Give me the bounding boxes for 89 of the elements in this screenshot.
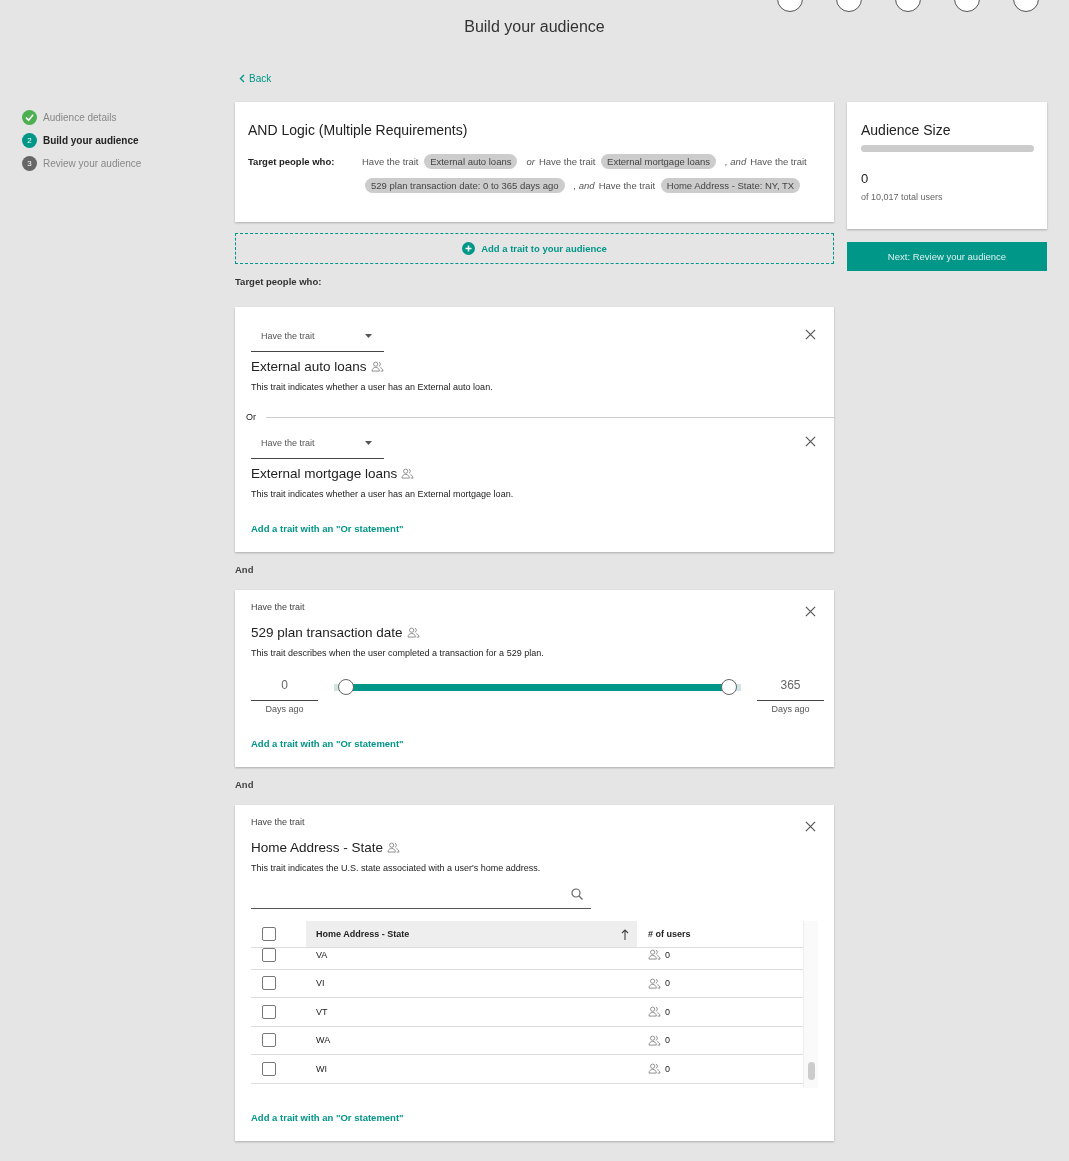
trait-name: External mortgage loans bbox=[251, 466, 398, 481]
step-label[interactable]: Audience details bbox=[43, 112, 117, 123]
table-cell-text: VT bbox=[315, 1006, 329, 1017]
people-icon bbox=[370, 361, 384, 372]
table-cell: 0 bbox=[665, 1063, 670, 1074]
range-slider[interactable] bbox=[334, 678, 741, 696]
min-value-field[interactable]: 0 bbox=[251, 672, 318, 701]
people-icon bbox=[401, 468, 415, 479]
trait-chip: External auto loans bbox=[424, 154, 518, 169]
section-label: Target people who: bbox=[235, 276, 323, 287]
checkbox[interactable] bbox=[262, 1004, 276, 1019]
card-title: AND Logic (Multiple Requirements) bbox=[248, 122, 469, 138]
conjunction: , and bbox=[573, 180, 595, 191]
scrollbar[interactable] bbox=[803, 921, 818, 1088]
step-label[interactable]: Build your audience bbox=[43, 135, 139, 146]
column-header[interactable]: # of users bbox=[637, 929, 691, 939]
chevron-left-icon bbox=[239, 73, 245, 83]
people-icon bbox=[648, 977, 661, 989]
table-cell-text: WA bbox=[315, 1035, 332, 1046]
back-link[interactable]: Back bbox=[239, 70, 272, 86]
caret-icon bbox=[365, 334, 372, 338]
min-caption: Days ago bbox=[264, 704, 305, 714]
trait-chip: External mortgage loans bbox=[601, 154, 717, 169]
trait-description: This trait describes when the user completed a transaction for a 529 plan. bbox=[251, 648, 545, 658]
close-icon[interactable] bbox=[805, 821, 816, 832]
card-title: Audience Size bbox=[861, 122, 952, 138]
table-cell: 0 bbox=[665, 1035, 670, 1046]
trait-description: This trait indicates whether a user has an External mortgage loan. bbox=[251, 489, 515, 499]
max-caption: Days ago bbox=[770, 704, 811, 714]
checkbox[interactable] bbox=[262, 976, 276, 991]
step-label[interactable]: Review your audience bbox=[43, 158, 142, 169]
operator-label: Have the trait bbox=[251, 817, 305, 827]
add-or-link[interactable]: Add a trait with an "Or statement" bbox=[251, 523, 404, 534]
trait-name: External auto loans bbox=[251, 359, 367, 374]
summary-text: Have the trait bbox=[362, 156, 419, 167]
add-trait-button[interactable]: Add a trait to your audience bbox=[235, 233, 834, 264]
caret-icon bbox=[365, 441, 372, 445]
table-cell-text: VI bbox=[315, 978, 326, 989]
column-header[interactable]: Home Address - State bbox=[306, 921, 637, 947]
people-icon bbox=[648, 1063, 661, 1075]
add-or-link[interactable]: Add a trait with an "Or statement" bbox=[251, 1112, 404, 1123]
slider-thumb[interactable] bbox=[721, 679, 737, 695]
step-indicator: 3 bbox=[22, 156, 37, 171]
table-cell: 0 bbox=[665, 1006, 670, 1017]
operator-dropdown[interactable]: Have the trait bbox=[251, 432, 384, 459]
checkbox[interactable] bbox=[262, 948, 276, 962]
operator-label: Have the trait bbox=[251, 602, 305, 612]
and-label: And bbox=[235, 564, 255, 575]
table-cell: 0 bbox=[665, 949, 670, 960]
checkbox[interactable] bbox=[262, 1061, 276, 1076]
audience-caption: of 10,017 total users bbox=[861, 192, 944, 202]
summary-text: Have the trait bbox=[538, 156, 596, 167]
slider-thumb[interactable] bbox=[338, 679, 354, 695]
trait-name: 529 plan transaction date bbox=[251, 625, 403, 640]
max-value-field[interactable]: 365 bbox=[757, 672, 824, 701]
trait-description: This trait indicates the U.S. state associated with a user's home address. bbox=[251, 863, 542, 873]
people-icon bbox=[648, 949, 661, 961]
plus-icon bbox=[462, 242, 476, 255]
conjunction: or bbox=[526, 156, 535, 167]
conjunction: , and bbox=[725, 156, 747, 167]
checkbox[interactable] bbox=[262, 1033, 276, 1048]
close-icon[interactable] bbox=[805, 606, 816, 617]
step-indicator: 2 bbox=[22, 133, 37, 148]
add-or-link[interactable]: Add a trait with an "Or statement" bbox=[251, 738, 404, 749]
or-label: Or bbox=[246, 412, 256, 422]
close-icon[interactable] bbox=[805, 436, 816, 447]
search-icon bbox=[571, 887, 583, 900]
table-cell: 0 bbox=[665, 978, 670, 989]
summary-text: Have the trait bbox=[598, 180, 656, 191]
target-label: Target people who: bbox=[248, 155, 336, 169]
trait-description: This trait indicates whether a user has an External auto loan. bbox=[251, 382, 494, 392]
operator-dropdown[interactable]: Have the trait bbox=[251, 325, 384, 352]
people-icon bbox=[387, 842, 401, 853]
table-cell-text: VA bbox=[315, 949, 329, 960]
audience-count: 0 bbox=[861, 171, 870, 186]
page-title: Build your audience bbox=[464, 17, 605, 37]
sort-arrow-icon bbox=[621, 928, 629, 940]
table-cell-text: WI bbox=[315, 1063, 328, 1074]
trait-chip: 529 plan transaction date: 0 to 365 days ago bbox=[365, 178, 565, 193]
next-button[interactable]: Next: Review your audience bbox=[847, 242, 1047, 271]
checkbox[interactable] bbox=[262, 927, 276, 941]
and-label: And bbox=[235, 779, 255, 790]
people-icon bbox=[648, 1034, 661, 1046]
close-icon[interactable] bbox=[805, 329, 816, 340]
summary-text: Have the trait bbox=[750, 156, 807, 167]
trait-chip: Home Address - State: NY, TX bbox=[660, 178, 801, 193]
people-icon bbox=[406, 627, 420, 638]
people-icon bbox=[648, 1006, 661, 1018]
trait-name: Home Address - State bbox=[251, 840, 384, 855]
